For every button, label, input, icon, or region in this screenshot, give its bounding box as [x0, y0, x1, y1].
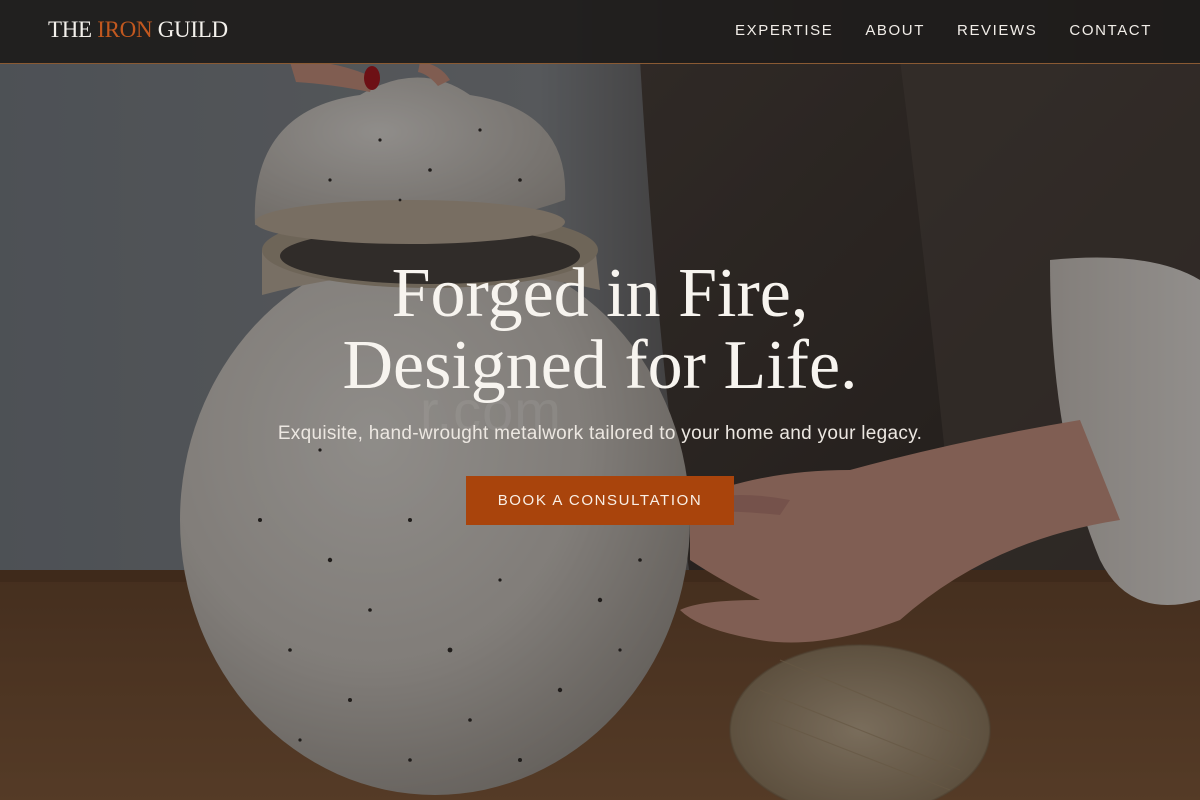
- book-consultation-button[interactable]: BOOK A CONSULTATION: [465, 476, 735, 525]
- site-navbar: THE IRON GUILD EXPERTISE ABOUT REVIEWS C…: [0, 0, 1200, 64]
- nav-link-about[interactable]: ABOUT: [865, 22, 925, 39]
- page: THE IRON GUILD EXPERTISE ABOUT REVIEWS C…: [0, 0, 1200, 800]
- brand-logo[interactable]: THE IRON GUILD: [48, 17, 228, 43]
- hero-title-line-1: Forged in Fire,: [391, 255, 809, 332]
- brand-accent: IRON: [97, 17, 153, 42]
- nav-link-expertise[interactable]: EXPERTISE: [735, 22, 833, 39]
- hero-title: Forged in Fire, Designed for Life.: [0, 258, 1200, 402]
- main-nav: EXPERTISE ABOUT REVIEWS CONTACT: [735, 22, 1152, 39]
- hero-section: Forged in Fire, Designed for Life. Exqui…: [0, 258, 1200, 525]
- nav-link-reviews[interactable]: REVIEWS: [957, 22, 1037, 39]
- nav-link-contact[interactable]: CONTACT: [1069, 22, 1152, 39]
- brand-suffix: GUILD: [157, 17, 228, 42]
- hero-subtitle: Exquisite, hand-wrought metalwork tailor…: [277, 423, 923, 444]
- brand-prefix: THE: [48, 17, 92, 42]
- hero-title-line-2: Designed for Life.: [342, 327, 858, 404]
